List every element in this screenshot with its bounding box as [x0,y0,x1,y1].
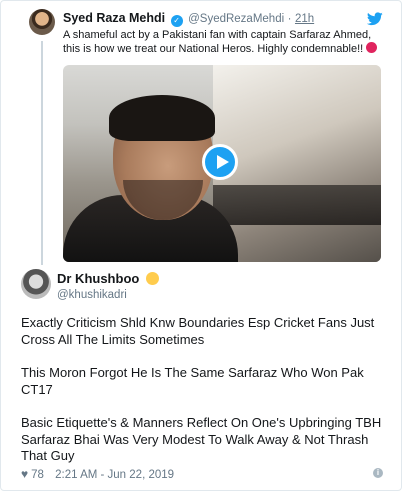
heart-icon[interactable]: ♥ [21,467,28,481]
separator-dot: · [287,13,292,25]
twitter-bird-icon[interactable] [366,12,383,26]
video-thumbnail[interactable] [63,65,381,262]
author-avatar[interactable] [21,269,51,299]
tweet-paragraph: Exactly Criticism Shld Knw Boundaries Es… [21,315,375,347]
railing [213,185,381,225]
hushed-face-emoji-icon [145,272,159,285]
author-name-row[interactable]: Dr Khushboo [57,271,159,286]
quoted-author-name[interactable]: Syed Raza Mehdi [63,11,165,25]
quoted-tweet-header: Syed Raza Mehdi ✓ @SyedRezaMehdi · 21h [63,11,314,27]
tweet-paragraph: This Moron Forgot He Is The Same Sarfara… [21,365,364,397]
angry-face-emoji-icon [366,42,378,53]
thread-line [41,41,43,265]
tweet-timestamp[interactable]: 2:21 AM - Jun 22, 2019 [55,469,174,481]
tweet-text: Exactly Criticism Shld Knw Boundaries Es… [21,315,391,482]
quoted-tweet[interactable]: Syed Raza Mehdi ✓ @SyedRezaMehdi · 21h A… [15,7,391,269]
verified-badge-icon: ✓ [170,15,183,27]
embedded-tweet-card: Syed Raza Mehdi ✓ @SyedRezaMehdi · 21h A… [0,0,402,491]
quoted-author-handle[interactable]: @SyedRezaMehdi [188,13,284,25]
tweet-footer: ♥ 78 2:21 AM - Jun 22, 2019 i [21,467,389,481]
author-handle[interactable]: @khushikadri [57,289,127,301]
info-icon[interactable]: i [373,468,383,478]
quoted-tweet-time[interactable]: 21h [295,13,314,25]
quoted-author-avatar[interactable] [29,9,55,35]
person-hair [109,95,215,141]
like-count[interactable]: 78 [31,469,44,481]
play-icon[interactable] [202,144,238,180]
mall-background [213,65,381,262]
tweet-paragraph: Basic Etiquette's & Manners Reflect On O… [21,415,382,463]
quoted-tweet-body: A shameful act by a Pakistani fan with c… [63,29,372,55]
author-name[interactable]: Dr Khushboo [57,271,139,286]
quoted-tweet-text: A shameful act by a Pakistani fan with c… [63,29,381,56]
